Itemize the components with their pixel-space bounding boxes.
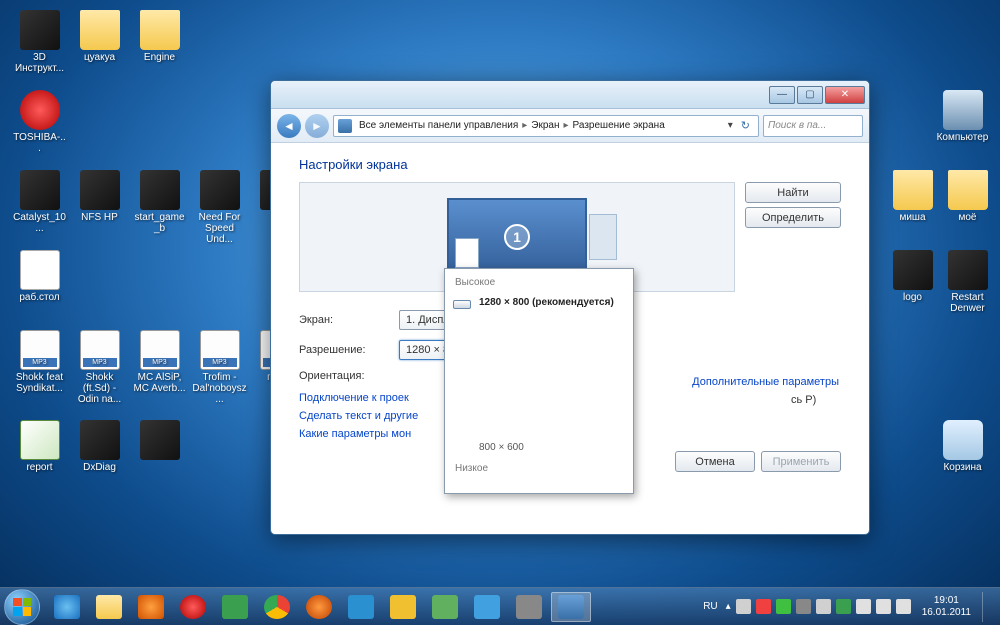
resolution-slider[interactable] (455, 294, 469, 454)
slider-thumb[interactable] (453, 300, 471, 309)
tray-icon[interactable] (756, 599, 771, 614)
desktop-icon[interactable]: раб.стол (12, 250, 67, 303)
slider-high-label: Высокое (455, 277, 623, 288)
taskbar-firefox[interactable] (299, 592, 339, 622)
taskbar-explorer[interactable] (89, 592, 129, 622)
minimize-button[interactable]: — (769, 86, 795, 104)
language-indicator[interactable]: RU (700, 600, 720, 613)
refresh-button[interactable]: ↻ (737, 119, 754, 132)
slider-800-label: 800 × 600 (479, 442, 524, 453)
taskbar-utorrent[interactable] (215, 592, 255, 622)
taskbar-ie[interactable] (47, 592, 87, 622)
address-dropdown-icon[interactable]: ▾ (726, 120, 735, 131)
find-button[interactable]: Найти (745, 182, 841, 203)
breadcrumb[interactable]: Экран (529, 120, 561, 131)
taskbar-app[interactable] (383, 592, 423, 622)
desktop-icon[interactable]: цуакуа (72, 10, 127, 63)
tray-network-icon[interactable] (856, 599, 871, 614)
tray-chevron-icon[interactable]: ▴ (726, 601, 731, 612)
desktop-icon[interactable]: моё (940, 170, 995, 223)
tray-icon[interactable] (776, 599, 791, 614)
taskbar-chrome[interactable] (257, 592, 297, 622)
breadcrumb[interactable]: Все элементы панели управления (357, 120, 520, 131)
navbar: ◄ ► Все элементы панели управления▸ Экра… (271, 109, 869, 143)
taskbar-app[interactable] (509, 592, 549, 622)
taskbar-opera[interactable] (173, 592, 213, 622)
taskbar-app[interactable] (425, 592, 465, 622)
system-tray: RU ▴ 19:01 16.01.2011 (700, 592, 996, 622)
slider-rec-label: 1280 × 800 (рекомендуется) (479, 297, 614, 308)
desktop-icon[interactable]: 3D Инструкт... (12, 10, 67, 74)
desktop-icon[interactable]: MC AlSiP, MC Averb... (132, 330, 187, 394)
maximize-button[interactable]: ▢ (797, 86, 823, 104)
show-desktop-button[interactable] (982, 592, 992, 622)
resolution-popup: Высокое 1280 × 800 (рекомендуется) 800 ×… (444, 268, 634, 494)
desktop-icon[interactable]: start_game_b (132, 170, 187, 234)
detect-button[interactable]: Определить (745, 207, 841, 228)
desktop-icon[interactable]: DxDiag (72, 420, 127, 473)
desktop-icon[interactable]: Engine (132, 10, 187, 63)
monitor-preview[interactable]: 1 (447, 198, 587, 276)
forward-button[interactable]: ► (305, 114, 329, 138)
desktop-icon[interactable]: logo (885, 250, 940, 303)
link-suffix: сь P) (791, 394, 816, 406)
page-title: Настройки экрана (299, 157, 841, 172)
taskbar-clock[interactable]: 19:01 16.01.2011 (916, 595, 977, 618)
desktop-icon[interactable]: Shokk (ft.Sd) - Odin na... (72, 330, 127, 405)
taskbar-app[interactable] (467, 592, 507, 622)
desktop-icon[interactable]: report (12, 420, 67, 473)
desktop-icon[interactable]: Shokk feat Syndikat... (12, 330, 67, 394)
slider-low-label: Низкое (455, 463, 623, 474)
tray-icon[interactable] (796, 599, 811, 614)
desktop-icon[interactable]: Need For Speed Und... (192, 170, 247, 245)
desktop: 3D Инструкт... TOSHIBA-... Catalyst_10..… (0, 0, 1000, 625)
resolution-label: Разрешение: (299, 344, 399, 356)
advanced-link[interactable]: Дополнительные параметры (692, 376, 839, 388)
tray-icon[interactable] (836, 599, 851, 614)
desktop-icon[interactable]: Trofim - Dal'noboysz... (192, 330, 247, 405)
orientation-label: Ориентация: (299, 370, 399, 382)
apply-button: Применить (761, 451, 841, 472)
tray-icon[interactable] (816, 599, 831, 614)
tray-icon[interactable] (736, 599, 751, 614)
taskbar: RU ▴ 19:01 16.01.2011 (0, 587, 1000, 625)
monitor-number: 1 (504, 224, 530, 250)
desktop-icon[interactable]: Catalyst_10... (12, 170, 67, 234)
windows-logo-icon (13, 598, 31, 616)
close-button[interactable]: ✕ (825, 86, 865, 104)
desktop-icon[interactable] (132, 420, 187, 462)
cancel-button[interactable]: Отмена (675, 451, 755, 472)
start-button[interactable] (4, 589, 40, 625)
desktop-icon[interactable]: миша (885, 170, 940, 223)
taskbar-app[interactable] (341, 592, 381, 622)
titlebar[interactable]: — ▢ ✕ (271, 81, 869, 109)
control-panel-icon (338, 119, 352, 133)
breadcrumb[interactable]: Разрешение экрана (571, 120, 667, 131)
search-input[interactable]: Поиск в па... (763, 115, 863, 137)
tray-icon[interactable] (896, 599, 911, 614)
screen-label: Экран: (299, 314, 399, 326)
taskbar-display-settings[interactable] (551, 592, 591, 622)
desktop-icon[interactable]: NFS HP (72, 170, 127, 223)
desktop-icon-computer[interactable]: Компьютер (935, 90, 990, 143)
taskbar-wmp[interactable] (131, 592, 171, 622)
back-button[interactable]: ◄ (277, 114, 301, 138)
address-bar[interactable]: Все элементы панели управления▸ Экран▸ Р… (333, 115, 759, 137)
desktop-icon-recycle[interactable]: Корзина (935, 420, 990, 473)
desktop-icon[interactable]: TOSHIBA-... (12, 90, 67, 154)
tray-volume-icon[interactable] (876, 599, 891, 614)
desktop-icon[interactable]: Restart Denwer (940, 250, 995, 314)
